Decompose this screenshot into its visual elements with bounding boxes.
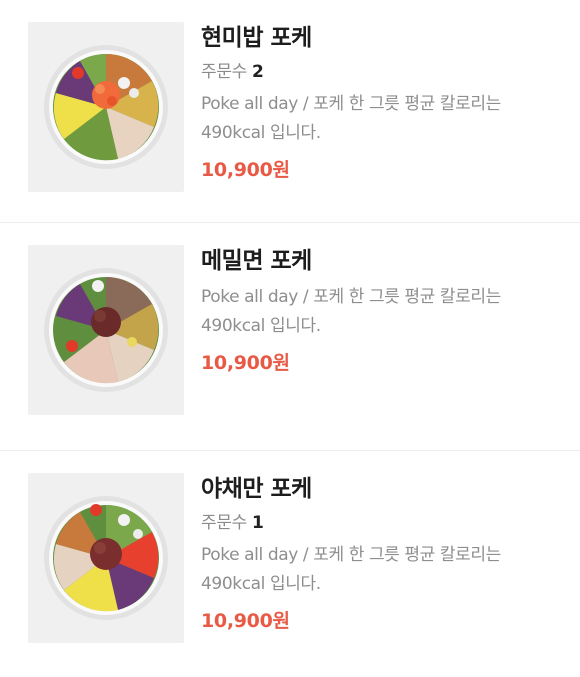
menu-item-brown-rice-poke[interactable]: 현미밥 포케 주문수 2 Poke all day / 포케 한 그릇 평균 칼로… [0,0,580,223]
menu-item-price: 10,900원 [201,159,290,181]
menu-item-price: 10,900원 [201,352,290,374]
menu-item-veggie-poke[interactable]: 야채만 포케 주문수 1 Poke all day / 포케 한 그릇 평균 칼로… [0,451,580,677]
order-count-value: 2 [252,62,264,82]
menu-item-info: 메밀면 포케 Poke all day / 포케 한 그릇 평균 칼로리는 49… [201,245,571,377]
menu-item-image[interactable] [28,245,184,415]
poke-bowl-image [44,496,168,620]
menu-item-image[interactable] [28,22,184,192]
order-count-line: 주문수 2 [201,60,571,84]
menu-item-name: 현미밥 포케 [201,25,312,51]
order-count-line: 주문수 1 [201,511,571,535]
menu-item-name: 야채만 포케 [201,476,312,502]
menu-item-description: Poke all day / 포케 한 그릇 평균 칼로리는 490kcal 입… [201,541,571,599]
order-count-label: 주문수 [201,62,248,82]
menu-item-info: 야채만 포케 주문수 1 Poke all day / 포케 한 그릇 평균 칼로… [201,473,571,635]
description-line-2: 490kcal 입니다. [201,574,321,594]
description-line-1: Poke all day / 포케 한 그릇 평균 칼로리는 [201,545,501,565]
description-line-1: Poke all day / 포케 한 그릇 평균 칼로리는 [201,94,501,114]
description-line-2: 490kcal 입니다. [201,123,321,143]
poke-bowl-image [44,45,168,169]
menu-item-image[interactable] [28,473,184,643]
description-line-2: 490kcal 입니다. [201,316,321,336]
menu-item-buckwheat-poke[interactable]: 메밀면 포케 Poke all day / 포케 한 그릇 평균 칼로리는 49… [0,223,580,451]
menu-item-description: Poke all day / 포케 한 그릇 평균 칼로리는 490kcal 입… [201,90,571,148]
menu-item-info: 현미밥 포케 주문수 2 Poke all day / 포케 한 그릇 평균 칼로… [201,22,571,184]
poke-bowl-image [44,268,168,392]
description-line-1: Poke all day / 포케 한 그릇 평균 칼로리는 [201,287,501,307]
order-count-label: 주문수 [201,513,248,533]
menu-item-name: 메밀면 포케 [201,248,312,274]
menu-item-price: 10,900원 [201,610,290,632]
menu-item-description: Poke all day / 포케 한 그릇 평균 칼로리는 490kcal 입… [201,283,571,341]
menu-list: 현미밥 포케 주문수 2 Poke all day / 포케 한 그릇 평균 칼로… [0,0,580,677]
order-count-value: 1 [252,513,264,533]
